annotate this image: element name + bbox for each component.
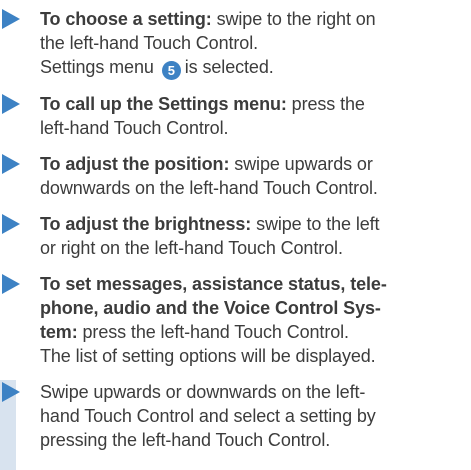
step-body: or right on the left-hand Touch Control.: [40, 238, 343, 258]
step-body: swipe to the left: [251, 214, 380, 234]
step-text: To choose a setting: swipe to the right …: [40, 7, 471, 80]
instruction-step-adjust-brightness: To adjust the brightness: swipe to the l…: [0, 212, 471, 260]
step-text: To adjust the position: swipe upwards or…: [40, 152, 471, 200]
step-lead: To choose a setting:: [40, 9, 212, 29]
step-body: downwards on the left-hand Touch Control…: [40, 178, 378, 198]
step-body: swipe to the right on: [211, 9, 376, 29]
step-lead: To adjust the position:: [40, 154, 230, 174]
step-text: To call up the Settings menu: press the …: [40, 92, 471, 140]
instruction-step-call-up-settings: To call up the Settings menu: press the …: [0, 92, 471, 140]
step-body: press the left-hand Touch Control.: [77, 322, 350, 342]
step-body: left-hand Touch Control.: [40, 118, 229, 138]
instruction-step-set-messages: To set messages, assistance status, tele…: [0, 272, 471, 368]
step-text: To set messages, assistance status, tele…: [40, 272, 471, 368]
step-lead: To set messages, assistance status, tele…: [40, 274, 387, 294]
step-body: Swipe upwards or downwards on the left-: [40, 382, 366, 402]
step-arrow-icon: [2, 214, 20, 234]
instruction-step-choose-setting: To choose a setting: swipe to the right …: [0, 7, 471, 80]
step-text: To adjust the brightness: swipe to the l…: [40, 212, 471, 260]
step-arrow-icon: [2, 382, 20, 402]
step-lead: To call up the Settings menu:: [40, 94, 287, 114]
instruction-step-swipe-select: Swipe upwards or downwards on the left- …: [0, 380, 471, 470]
step-lead: tem:: [40, 322, 78, 342]
step-body: Settings menu: [40, 57, 154, 77]
step-arrow-icon: [2, 9, 20, 29]
step-arrow-icon: [2, 94, 20, 114]
step-body: press the: [286, 94, 365, 114]
instruction-step-adjust-position: To adjust the position: swipe upwards or…: [0, 152, 471, 200]
callout-number-badge: 5: [161, 61, 181, 80]
step-body: is selected.: [184, 57, 274, 77]
step-body: pressing the left-hand Touch Control.: [40, 430, 331, 450]
step-body: swipe upwards or: [229, 154, 373, 174]
step-body: the left-hand Touch Control.: [40, 33, 259, 53]
step-body: hand Touch Control and select a setting …: [40, 406, 376, 426]
step-text: Swipe upwards or downwards on the left- …: [40, 380, 471, 452]
step-lead: To adjust the brightness:: [40, 214, 252, 234]
step-body: The list of setting options will be disp…: [40, 346, 376, 366]
instruction-list: To choose a setting: swipe to the right …: [0, 0, 471, 470]
step-arrow-icon: [2, 274, 20, 294]
step-lead: phone, audio and the Voice Control Sys-: [40, 298, 381, 318]
step-arrow-icon: [2, 154, 20, 174]
